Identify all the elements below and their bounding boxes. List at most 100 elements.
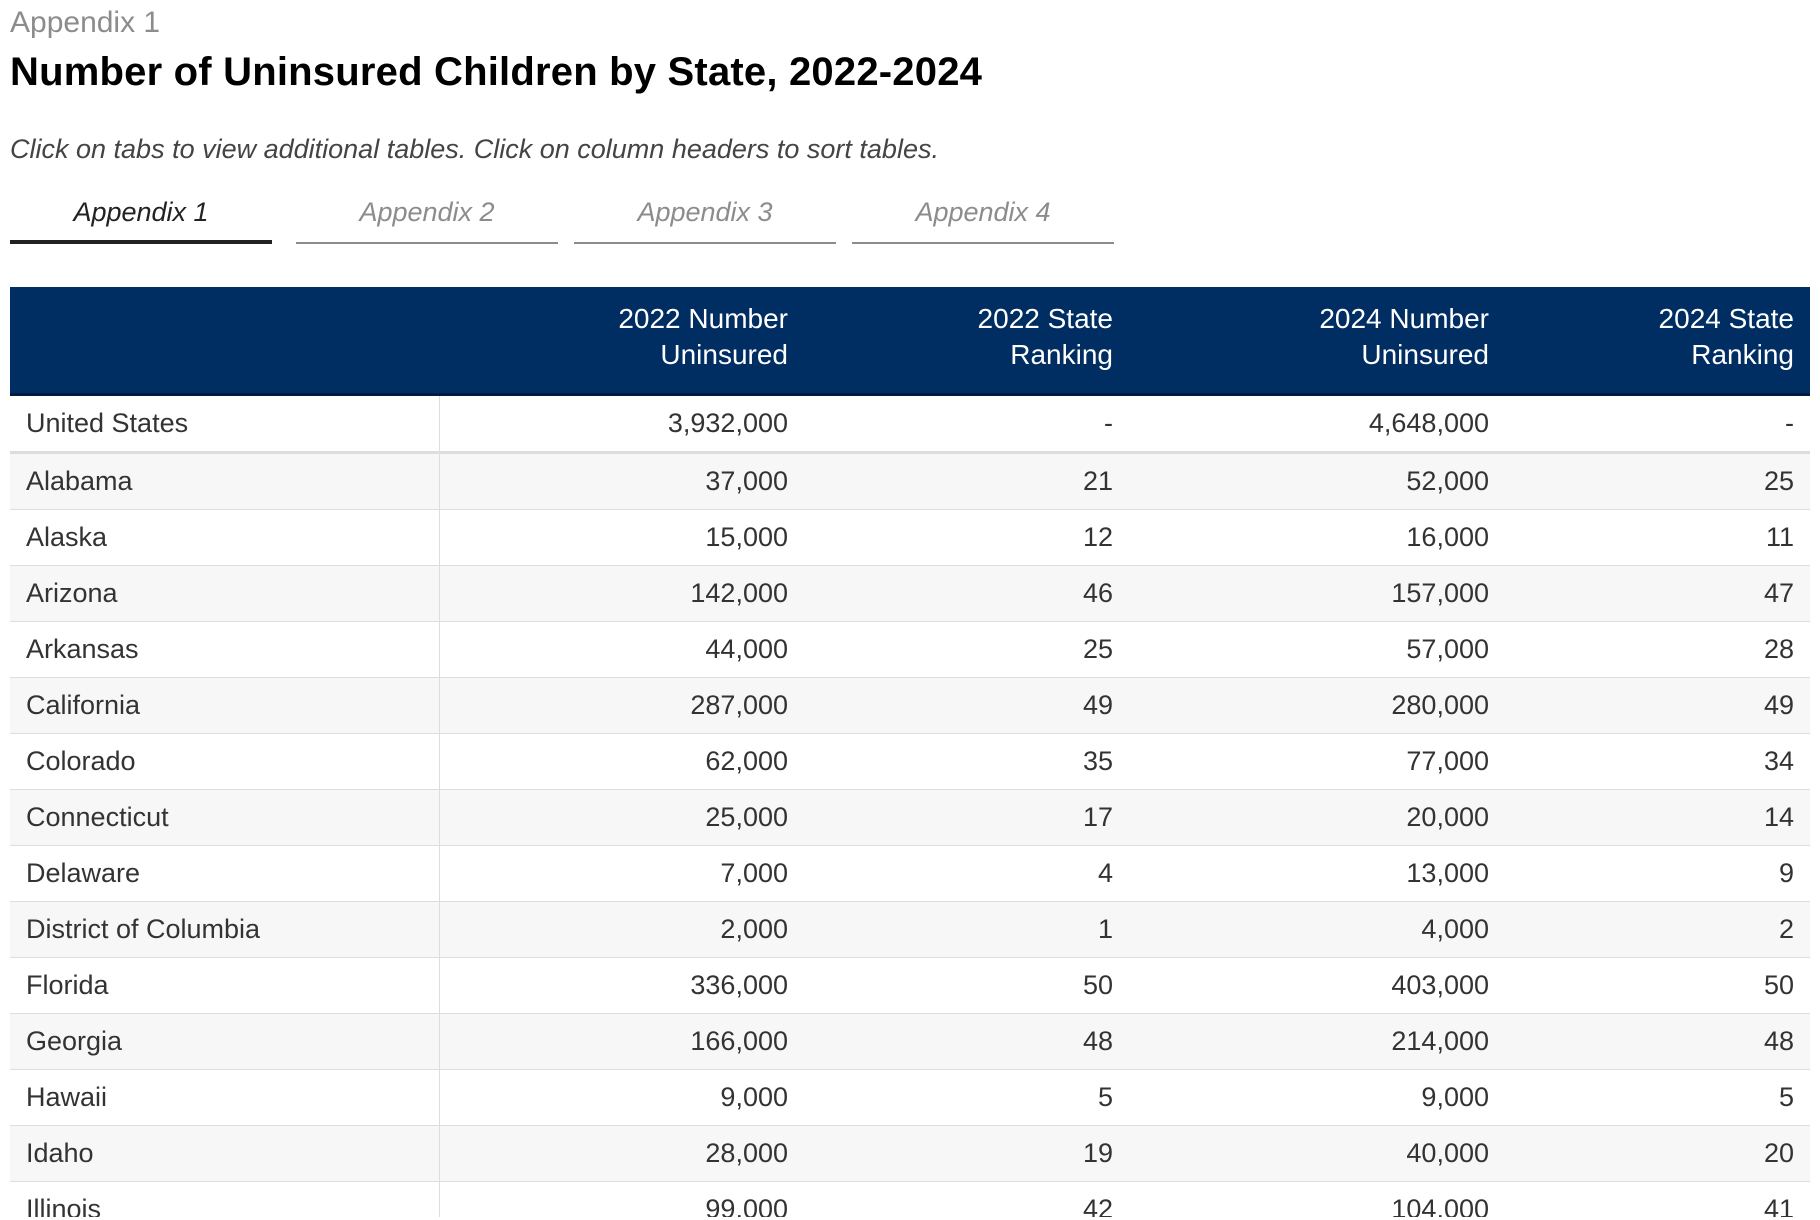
ranking-2022-cell: 21 — [804, 452, 1129, 510]
tab-appendix-3[interactable]: Appendix 3 — [574, 190, 836, 244]
state-name-cell: Alabama — [10, 452, 440, 510]
uninsured-2024-cell: 4,648,000 — [1129, 394, 1505, 454]
uninsured-2024-cell: 77,000 — [1129, 733, 1505, 790]
ranking-2022-cell: 1 — [804, 901, 1129, 958]
ranking-2022-cell: 4 — [804, 845, 1129, 902]
ranking-2022-cell: 46 — [804, 565, 1129, 622]
ranking-2022-cell: 19 — [804, 1125, 1129, 1182]
table-row: Florida 336,000 50 403,000 50 — [10, 957, 1810, 1014]
table-row: California 287,000 49 280,000 49 — [10, 677, 1810, 734]
table-row: Arkansas 44,000 25 57,000 28 — [10, 621, 1810, 678]
table-header-row: 2022 Number Uninsured 2022 State Ranking 2… — [10, 287, 1810, 396]
state-name-cell: Arizona — [10, 565, 440, 622]
state-name-cell: Colorado — [10, 733, 440, 790]
table-row: Connecticut 25,000 17 20,000 14 — [10, 789, 1810, 846]
state-name-cell: Hawaii — [10, 1069, 440, 1126]
instructions-text: Click on tabs to view additional tables.… — [10, 134, 939, 164]
uninsured-2024-cell: 16,000 — [1129, 509, 1505, 566]
ranking-2022-cell: - — [804, 394, 1129, 454]
ranking-2022-cell: 50 — [804, 957, 1129, 1014]
uninsured-2024-cell: 4,000 — [1129, 901, 1505, 958]
uninsured-2022-cell: 25,000 — [439, 789, 804, 846]
uninsured-2024-cell: 157,000 — [1129, 565, 1505, 622]
table-row: Arizona 142,000 46 157,000 47 — [10, 565, 1810, 622]
ranking-2024-cell: 20 — [1505, 1125, 1810, 1182]
ranking-2022-cell: 17 — [804, 789, 1129, 846]
uninsured-2022-cell: 62,000 — [439, 733, 804, 790]
uninsured-2024-cell: 403,000 — [1129, 957, 1505, 1014]
table-row: Illinois 99,000 42 104,000 41 — [10, 1181, 1810, 1217]
state-name-cell: United States — [10, 394, 440, 454]
uninsured-2022-cell: 142,000 — [439, 565, 804, 622]
table-row: Idaho 28,000 19 40,000 20 — [10, 1125, 1810, 1182]
ranking-2022-cell: 5 — [804, 1069, 1129, 1126]
ranking-2022-cell: 48 — [804, 1013, 1129, 1070]
table-row-united-states: United States 3,932,000-4,648,000- — [10, 394, 1810, 454]
ranking-2024-cell: 11 — [1505, 509, 1810, 566]
ranking-2022-cell: 25 — [804, 621, 1129, 678]
table-container[interactable]: 2022 Number Uninsured 2022 State Ranking 2… — [10, 287, 1810, 1217]
uninsured-2022-cell: 2,000 — [439, 901, 804, 958]
uninsured-2024-cell: 13,000 — [1129, 845, 1505, 902]
table-row: Colorado 62,000 35 77,000 34 — [10, 733, 1810, 790]
ranking-2022-cell: 49 — [804, 677, 1129, 734]
ranking-2024-cell: 14 — [1505, 789, 1810, 846]
ranking-2024-cell: 34 — [1505, 733, 1810, 790]
state-name-cell: Connecticut — [10, 789, 440, 846]
uninsured-2024-cell: 214,000 — [1129, 1013, 1505, 1070]
state-name-cell: Delaware — [10, 845, 440, 902]
state-name-cell: California — [10, 677, 440, 734]
uninsured-2024-cell: 52,000 — [1129, 452, 1505, 510]
tab-appendix-4[interactable]: Appendix 4 — [852, 190, 1114, 244]
column-header-2024-state-ranking[interactable]: 2024 State Ranking — [1505, 287, 1810, 396]
table-row: Alabama 37,000 21 52,000 25 — [10, 452, 1810, 510]
uninsured-2022-cell: 9,000 — [439, 1069, 804, 1126]
table-row: Delaware 7,000 4 13,000 9 — [10, 845, 1810, 902]
uninsured-2024-cell: 104,000 — [1129, 1181, 1505, 1217]
uninsured-2022-cell: 15,000 — [439, 509, 804, 566]
uninsured-2024-cell: 40,000 — [1129, 1125, 1505, 1182]
state-name-cell: Alaska — [10, 509, 440, 566]
uninsured-2024-cell: 20,000 — [1129, 789, 1505, 846]
ranking-2024-cell: 28 — [1505, 621, 1810, 678]
state-name-cell: Florida — [10, 957, 440, 1014]
ranking-2022-cell: 35 — [804, 733, 1129, 790]
column-header-state[interactable] — [10, 287, 439, 396]
column-header-2022-number-uninsured[interactable]: 2022 Number Uninsured — [439, 287, 804, 396]
column-header-2022-state-ranking[interactable]: 2022 State Ranking — [804, 287, 1129, 396]
ranking-2022-cell: 12 — [804, 509, 1129, 566]
uninsured-2022-cell: 99,000 — [439, 1181, 804, 1217]
tab-appendix-1[interactable]: Appendix 1 — [10, 190, 272, 244]
column-header-2024-number-uninsured[interactable]: 2024 Number Uninsured — [1129, 287, 1505, 396]
ranking-2024-cell: - — [1505, 394, 1810, 454]
state-name-cell: Idaho — [10, 1125, 440, 1182]
uninsured-2022-cell: 37,000 — [439, 452, 804, 510]
table-row: Georgia 166,000 48 214,000 48 — [10, 1013, 1810, 1070]
ranking-2024-cell: 47 — [1505, 565, 1810, 622]
uninsured-2022-cell: 166,000 — [439, 1013, 804, 1070]
table-row: District of Columbia 2,000 1 4,000 2 — [10, 901, 1810, 958]
uninsured-2022-cell: 287,000 — [439, 677, 804, 734]
uninsured-2022-cell: 44,000 — [439, 621, 804, 678]
ranking-2024-cell: 41 — [1505, 1181, 1810, 1217]
ranking-2022-cell: 42 — [804, 1181, 1129, 1217]
appendix-eyebrow: Appendix 1 — [10, 6, 161, 39]
uninsured-2022-cell: 28,000 — [439, 1125, 804, 1182]
uninsured-2022-cell: 3,932,000 — [439, 394, 804, 454]
uninsured-children-table: 2022 Number Uninsured 2022 State Ranking 2… — [10, 287, 1810, 1217]
state-name-cell: District of Columbia — [10, 901, 440, 958]
uninsured-2022-cell: 336,000 — [439, 957, 804, 1014]
uninsured-2024-cell: 57,000 — [1129, 621, 1505, 678]
uninsured-2024-cell: 280,000 — [1129, 677, 1505, 734]
tab-bar: Appendix 1 Appendix 2 Appendix 3 Appendi… — [10, 190, 1120, 250]
ranking-2024-cell: 9 — [1505, 845, 1810, 902]
uninsured-2022-cell: 7,000 — [439, 845, 804, 902]
ranking-2024-cell: 25 — [1505, 452, 1810, 510]
page: Appendix 1 Number of Uninsured Children … — [0, 0, 1820, 1220]
ranking-2024-cell: 48 — [1505, 1013, 1810, 1070]
ranking-2024-cell: 50 — [1505, 957, 1810, 1014]
state-name-cell: Georgia — [10, 1013, 440, 1070]
table-row: Alaska 15,000 12 16,000 11 — [10, 509, 1810, 566]
tab-appendix-2[interactable]: Appendix 2 — [296, 190, 558, 244]
state-name-cell: Illinois — [10, 1181, 440, 1217]
